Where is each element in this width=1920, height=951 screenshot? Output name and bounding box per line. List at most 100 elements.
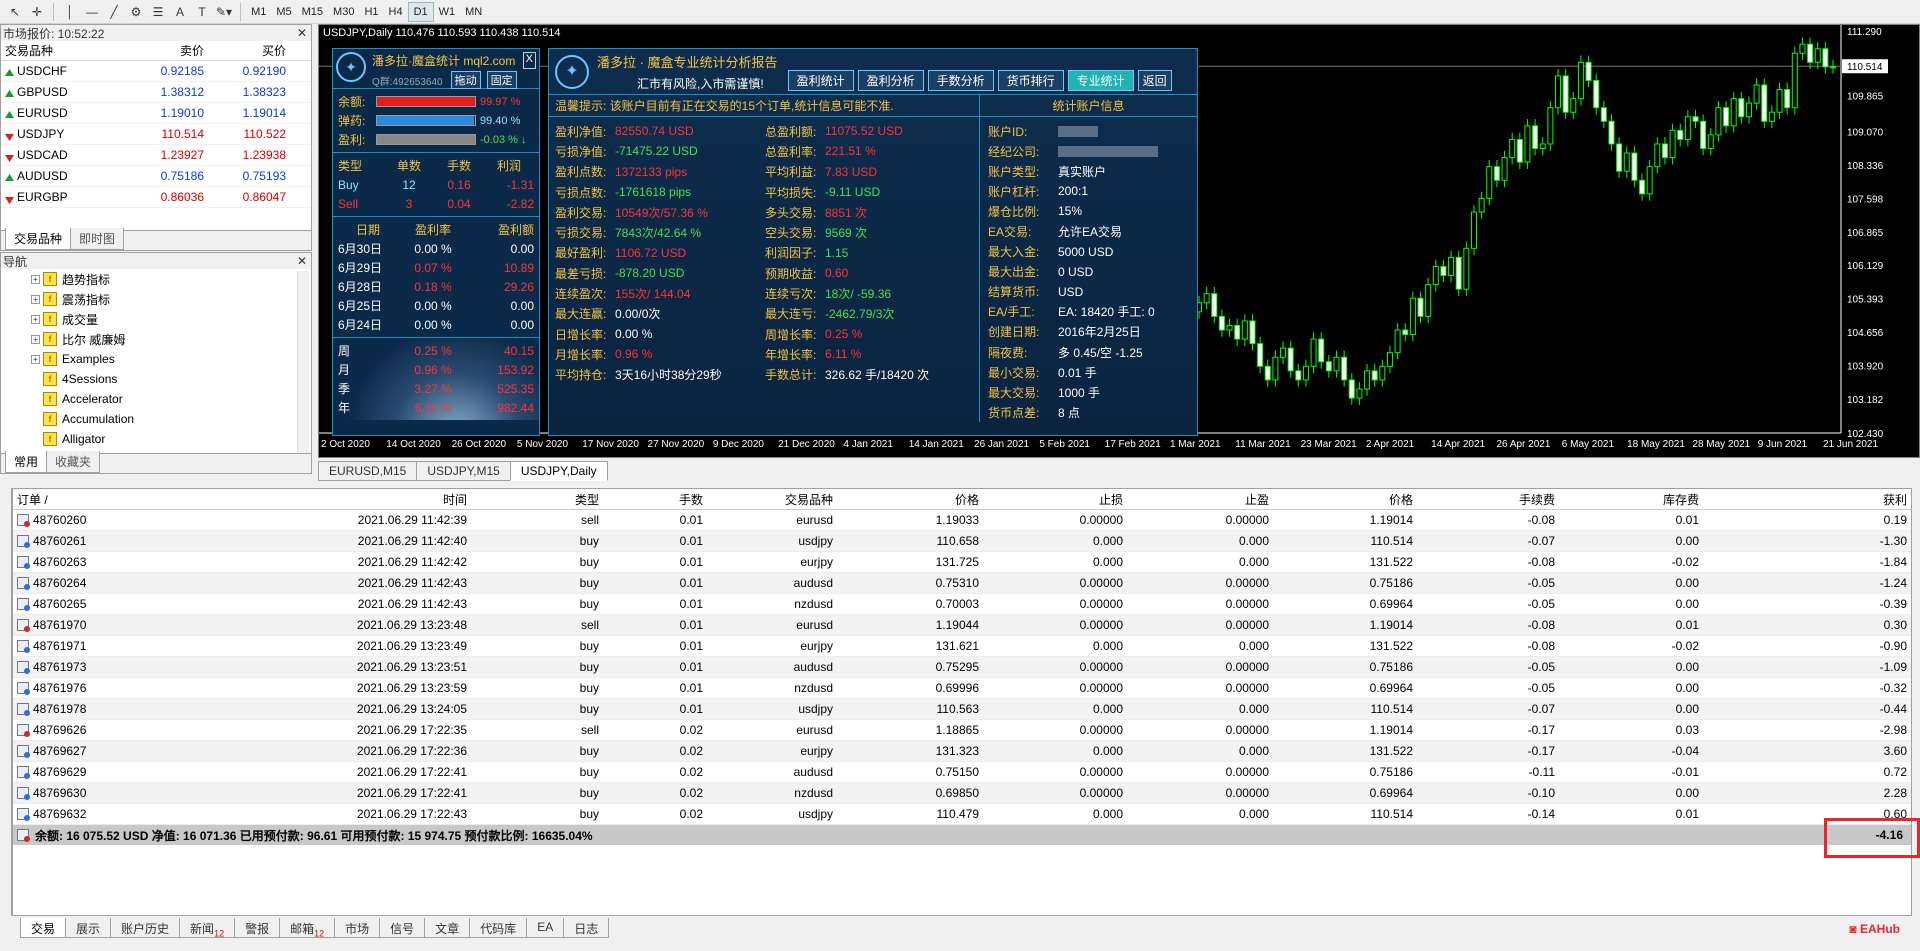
timeframe-m5[interactable]: M5 [271,2,296,22]
navigator-item[interactable]: f Alligator [31,429,311,449]
report-tab-button[interactable]: 盈利统计 [787,70,854,91]
navigator-item[interactable]: f 4Sessions [31,369,311,389]
terminal-col-header[interactable]: 手续费 [1417,491,1559,508]
timeframe-m30[interactable]: M30 [328,2,359,22]
tab-tick-chart[interactable]: 即时图 [70,228,125,250]
terminal-tab[interactable]: 交易 [20,918,67,938]
chart-tab[interactable]: USDJPY,Daily [509,461,608,481]
expand-icon[interactable]: + [31,314,40,324]
terminal-tab[interactable]: 日志 [563,918,610,938]
timeframe-h1[interactable]: H1 [359,2,383,22]
terminal-tab[interactable]: 邮箱12 [279,918,336,938]
order-row[interactable]: 48760264 2021.06.29 11:42:43 buy 0.01 audusd… [13,573,1911,594]
col-symbol[interactable]: 交易品种 [1,42,126,59]
terminal-col-header[interactable]: 获利 [1703,491,1911,508]
navigator-item[interactable]: + f 比尔 威廉姆 [31,329,311,349]
vline-icon[interactable]: │ [59,2,81,22]
navigator-item[interactable]: + f 震荡指标 [31,289,311,309]
terminal-col-header[interactable]: 手数 [603,491,707,508]
expand-icon[interactable]: + [31,354,40,364]
market-watch-row[interactable]: USDCHF 0.92185 0.92190 [1,61,311,82]
expand-icon[interactable]: + [31,334,40,344]
timeframe-m15[interactable]: M15 [297,2,328,22]
terminal-tab[interactable]: 新闻12 [179,918,236,938]
terminal-col-header[interactable]: 止盈 [1127,491,1273,508]
order-row[interactable]: 48769632 2021.06.29 17:22:43 buy 0.02 usdjpy… [13,804,1911,825]
market-watch-row[interactable]: EURGBP 0.86036 0.86047 [1,187,311,208]
report-tab-button[interactable]: 货币排行 [997,70,1064,91]
order-row[interactable]: 48760260 2021.06.29 11:42:39 sell 0.01 eurus… [13,510,1911,531]
report-tab-button[interactable]: 手数分析 [927,70,994,91]
back-button[interactable]: 返回 [1137,70,1172,91]
terminal-tab[interactable]: 市场 [334,918,381,938]
order-row[interactable]: 48769627 2021.06.29 17:22:36 buy 0.02 eurjpy… [13,741,1911,762]
terminal-tab[interactable]: 代码库 [469,918,528,938]
fibo-icon[interactable]: ⚙ [125,2,147,22]
navigator-item[interactable]: f Accumulation [31,409,311,429]
hline-icon[interactable]: — [81,2,103,22]
close-icon[interactable]: ✕ [297,254,307,268]
label-icon[interactable]: T [191,2,213,22]
navigator-item[interactable]: + f 趋势指标 [31,269,311,289]
shapes-icon[interactable]: ✎▾ [213,2,235,22]
timeframe-mn[interactable]: MN [460,2,487,22]
drag-button[interactable]: 拖动 [450,71,481,89]
order-row[interactable]: 48769630 2021.06.29 17:22:41 buy 0.02 nzdusd… [13,783,1911,804]
market-watch-row[interactable]: USDCAD 1.23927 1.23938 [1,145,311,166]
tab-common[interactable]: 常用 [5,451,48,473]
order-row[interactable]: 48761971 2021.06.29 13:23:49 buy 0.01 eurjpy… [13,636,1911,657]
terminal-tab[interactable]: 文章 [424,918,471,938]
order-row[interactable]: 48760263 2021.06.29 11:42:42 buy 0.01 eurjpy… [13,552,1911,573]
expand-icon[interactable]: + [31,294,40,304]
order-row[interactable]: 48769629 2021.06.29 17:22:41 buy 0.02 audusd… [13,762,1911,783]
terminal-tab[interactable]: 账户历史 [110,918,181,938]
order-row[interactable]: 48761976 2021.06.29 13:23:59 buy 0.01 nzdusd… [13,678,1911,699]
terminal-col-header[interactable]: 订单 / [13,491,199,508]
mini-dash-close-button[interactable]: X [522,52,536,69]
terminal-tab[interactable]: 展示 [65,918,112,938]
timeframe-d1[interactable]: D1 [407,1,434,22]
terminal-tab[interactable]: 信号 [379,918,426,938]
col-ask[interactable]: 买价 [208,42,290,59]
report-tab-button[interactable]: 盈利分析 [857,70,924,91]
col-bid[interactable]: 卖价 [126,42,208,59]
market-watch-row[interactable]: EURUSD 1.19010 1.19014 [1,103,311,124]
chart-tab[interactable]: EURUSD,M15 [318,461,418,481]
channel-icon[interactable]: ☰ [147,2,169,22]
report-tab-button[interactable]: 专业统计 [1067,70,1134,91]
terminal-col-header[interactable]: 时间 [199,491,471,508]
timeframe-h4[interactable]: H4 [384,2,408,22]
navigator-item[interactable]: + f 成交量 [31,309,311,329]
terminal-col-header[interactable]: 价格 [1273,491,1417,508]
navigator-item[interactable]: f Accelerator [31,389,311,409]
timeframe-m1[interactable]: M1 [246,2,271,22]
terminal-col-header[interactable]: 库存费 [1559,491,1703,508]
order-row[interactable]: 48760261 2021.06.29 11:42:40 buy 0.01 usdjpy… [13,531,1911,552]
timeframe-w1[interactable]: W1 [434,2,461,22]
fix-button[interactable]: 固定 [486,71,517,89]
market-watch-row[interactable]: GBPUSD 1.38312 1.38323 [1,82,311,103]
terminal-tab[interactable]: EA [526,918,565,938]
navigator-scrollbar[interactable] [297,271,309,453]
order-row[interactable]: 48769626 2021.06.29 17:22:35 sell 0.02 eurus… [13,720,1911,741]
terminal-col-header[interactable]: 止损 [983,491,1127,508]
order-row[interactable]: 48761978 2021.06.29 13:24:05 buy 0.01 usdjpy… [13,699,1911,720]
order-row[interactable]: 48761973 2021.06.29 13:23:51 buy 0.01 audusd… [13,657,1911,678]
close-icon[interactable]: ✕ [297,26,307,40]
crosshair-icon[interactable]: ✛ [26,2,48,22]
terminal-col-header[interactable]: 价格 [837,491,983,508]
trendline-icon[interactable]: ╱ [103,2,125,22]
expand-icon[interactable]: + [31,274,40,284]
navigator-item[interactable]: + f Examples [31,349,311,369]
market-watch-row[interactable]: USDJPY 110.514 110.522 [1,124,311,145]
order-row[interactable]: 48760265 2021.06.29 11:42:43 buy 0.01 nzdusd… [13,594,1911,615]
terminal-col-header[interactable]: 类型 [471,491,603,508]
tab-symbols[interactable]: 交易品种 [5,228,72,250]
market-watch-row[interactable]: AUDUSD 0.75186 0.75193 [1,166,311,187]
terminal-col-header[interactable]: 交易品种 [707,491,837,508]
cursor-icon[interactable]: ↖ [4,2,26,22]
terminal-tab[interactable]: 警报 [234,918,281,938]
order-row[interactable]: 48761970 2021.06.29 13:23:48 sell 0.01 eurus… [13,615,1911,636]
chart-tab[interactable]: USDJPY,M15 [416,461,511,481]
tab-favorites[interactable]: 收藏夹 [46,451,101,473]
